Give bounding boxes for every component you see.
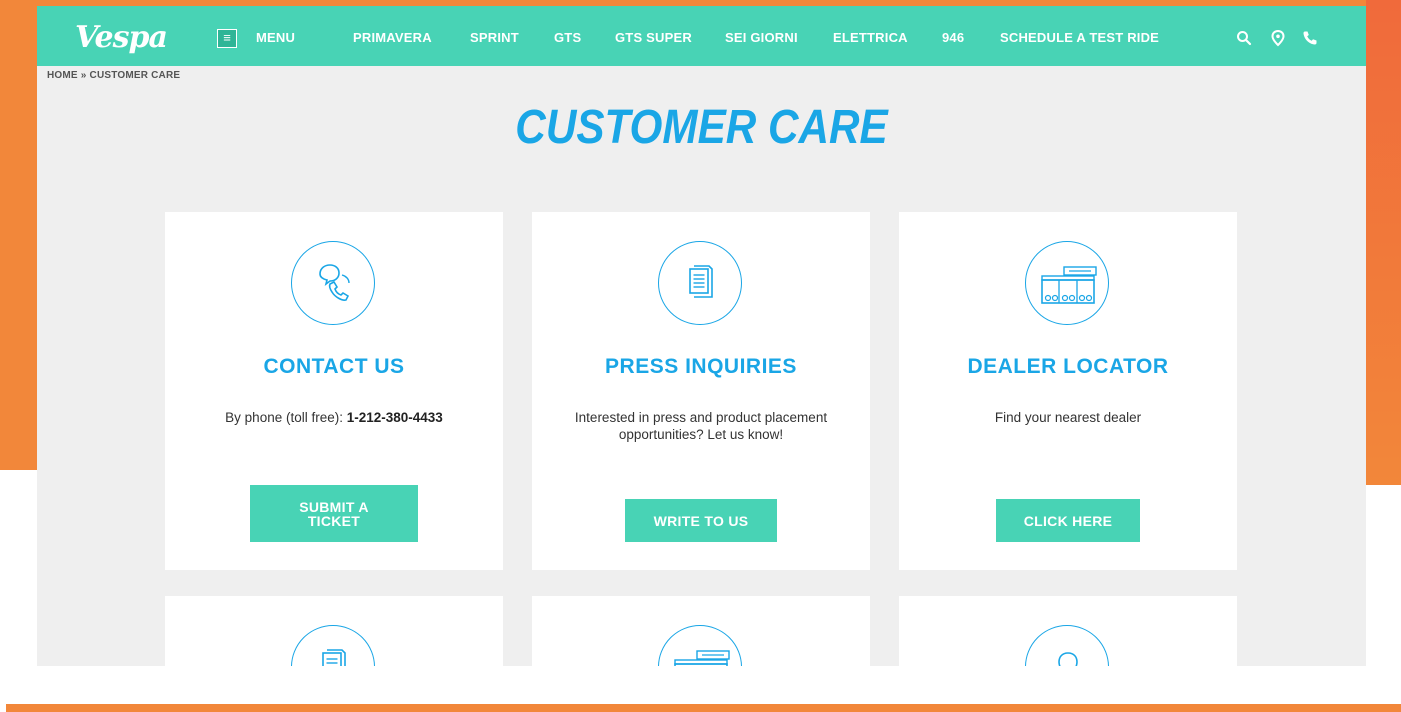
contact-us-card: CONTACT US By phone (toll free): 1-212-3…	[165, 212, 503, 570]
nav-item-schedule-test-ride[interactable]: SCHEDULE A TEST RIDE	[1000, 30, 1159, 46]
card-description: Interested in press and product placemen…	[574, 410, 828, 442]
write-to-us-button[interactable]: WRITE TO US	[625, 499, 777, 542]
lower-card-3	[899, 596, 1237, 666]
search-icon[interactable]	[1235, 29, 1253, 47]
website-viewport: Vespa ≡ MENU PRIMAVERA SPRINT GTS GTS SU…	[37, 6, 1366, 666]
lower-card-1	[165, 596, 503, 666]
document-icon	[658, 241, 742, 325]
card-title: CONTACT US	[263, 355, 405, 378]
decorative-frame-left	[0, 0, 37, 470]
nav-item-gts-super[interactable]: GTS SUPER	[615, 30, 692, 46]
nav-item-elettrica[interactable]: ELETTRICA	[833, 30, 908, 46]
menu-button[interactable]: MENU	[256, 30, 295, 46]
top-navigation-bar: Vespa ≡ MENU PRIMAVERA SPRINT GTS GTS SU…	[37, 6, 1366, 66]
lower-card-2	[532, 596, 870, 666]
nav-item-gts[interactable]: GTS	[554, 30, 581, 46]
hamburger-icon[interactable]: ≡	[217, 29, 237, 48]
press-inquiries-card: PRESS INQUIRIES Interested in press and …	[532, 212, 870, 570]
phone-number[interactable]: 1-212-380-4433	[347, 410, 443, 425]
nav-item-sei-giorni[interactable]: SEI GIORNI	[725, 30, 798, 46]
card-description: Find your nearest dealer	[994, 410, 1142, 425]
decorative-frame-bottom	[6, 704, 1401, 712]
nav-item-946[interactable]: 946	[942, 30, 964, 46]
dealer-storefront-icon	[1025, 241, 1109, 325]
location-pin-icon[interactable]	[1269, 29, 1287, 47]
dealer-locator-card: DEALER LOCATOR Find your nearest dealer …	[899, 212, 1237, 570]
phone-chat-icon	[291, 241, 375, 325]
submit-ticket-button[interactable]: SUBMIT A TICKET	[250, 485, 418, 542]
nav-item-primavera[interactable]: PRIMAVERA	[353, 30, 432, 46]
vespa-logo[interactable]: Vespa	[75, 23, 168, 53]
location-pin-icon	[1025, 625, 1109, 666]
card-description: By phone (toll free): 1-212-380-4433	[225, 410, 443, 425]
decorative-frame-right	[1366, 0, 1401, 485]
phone-icon[interactable]	[1301, 29, 1319, 47]
dealer-storefront-icon	[658, 625, 742, 666]
click-here-button[interactable]: CLICK HERE	[996, 499, 1140, 542]
card-title: PRESS INQUIRIES	[605, 355, 797, 378]
nav-item-sprint[interactable]: SPRINT	[470, 30, 519, 46]
page-title: CUSTOMER CARE	[515, 101, 888, 154]
breadcrumb[interactable]: HOME » CUSTOMER CARE	[47, 70, 180, 81]
document-icon	[291, 625, 375, 666]
card-title: DEALER LOCATOR	[967, 355, 1169, 378]
